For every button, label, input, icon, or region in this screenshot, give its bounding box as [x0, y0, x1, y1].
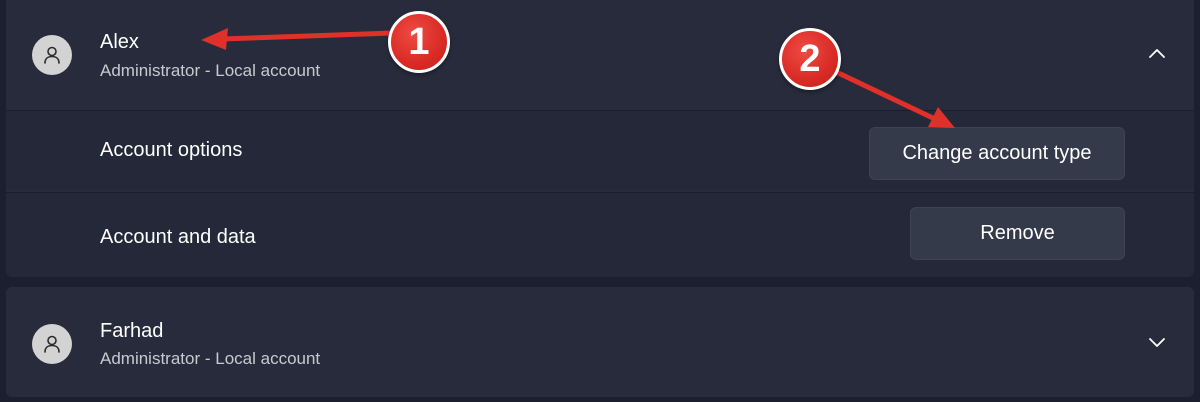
account-data-label: Account and data — [100, 226, 256, 248]
person-icon — [44, 335, 60, 353]
annotation-badge-1: 1 — [388, 11, 450, 73]
account-card-farhad[interactable]: Farhad Administrator - Local account — [6, 287, 1194, 397]
remove-button[interactable]: Remove — [910, 207, 1125, 260]
annotation-badge-2: 2 — [779, 28, 841, 90]
avatar — [32, 324, 72, 364]
avatar — [32, 35, 72, 75]
chevron-up-icon[interactable] — [1145, 42, 1169, 66]
account-data-row: Account and data Remove — [6, 192, 1194, 277]
change-account-type-button[interactable]: Change account type — [869, 127, 1125, 180]
account-options-row: Account options Change account type — [6, 110, 1194, 190]
account-header-alex[interactable]: Alex Administrator - Local account — [6, 0, 1194, 108]
person-icon — [44, 46, 60, 64]
accounts-panel: Alex Administrator - Local account Accou… — [0, 0, 1200, 402]
account-card-alex: Alex Administrator - Local account Accou… — [6, 0, 1194, 277]
account-name: Alex — [100, 31, 139, 53]
account-type: Administrator - Local account — [100, 349, 321, 368]
chevron-down-icon[interactable] — [1145, 330, 1169, 354]
account-type: Administrator - Local account — [100, 61, 321, 80]
account-options-label: Account options — [100, 139, 243, 161]
account-name: Farhad — [100, 320, 164, 342]
